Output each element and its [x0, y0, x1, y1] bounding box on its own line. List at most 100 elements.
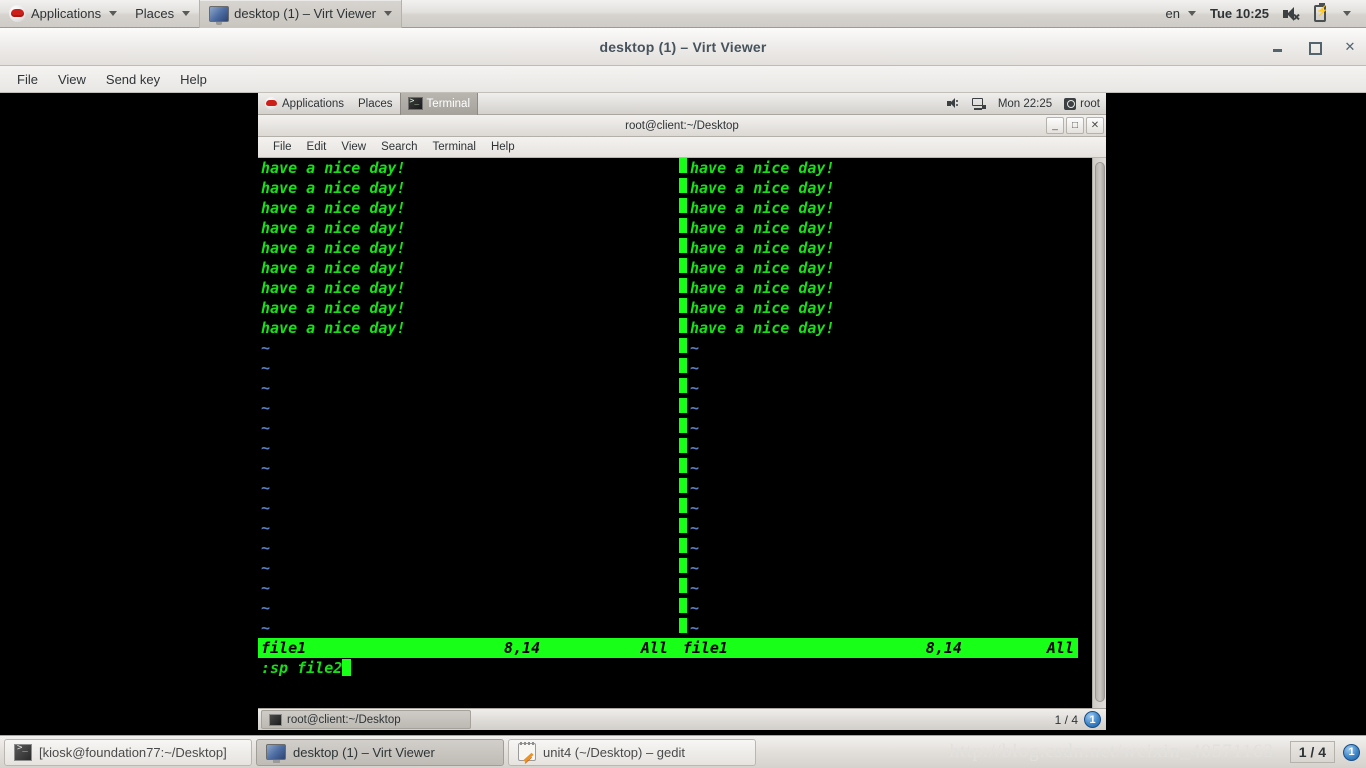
minimize-icon[interactable] — [1270, 39, 1286, 55]
terminal-maximize-icon[interactable]: □ — [1066, 117, 1084, 134]
terminal-scrollbar[interactable] — [1092, 158, 1106, 708]
vim-command-line[interactable]: :sp file2 — [258, 658, 352, 678]
chevron-down-icon — [1343, 11, 1351, 16]
vim-status-right-file: file1 — [682, 639, 728, 657]
host-taskbar-button-label-0: [kiosk@foundation77:~/Desktop] — [39, 744, 227, 760]
terminal-titlebar[interactable]: root@client:~/Desktop _ □ ✕ — [258, 115, 1106, 137]
text-cursor — [342, 659, 352, 676]
guest-user-menu[interactable]: root — [1058, 93, 1106, 115]
vim-empty-line-marker: ~ — [261, 559, 271, 577]
maximize-icon[interactable] — [1306, 39, 1322, 55]
terminal-scrollbar-thumb[interactable] — [1095, 162, 1105, 702]
vim-text-line: have a nice day! — [690, 279, 835, 297]
vim-empty-line-marker: ~ — [690, 399, 700, 417]
host-applications-label: Applications — [31, 6, 102, 21]
vim-status-left-percent: All — [640, 639, 668, 657]
vim-empty-line-marker: ~ — [690, 339, 700, 357]
terminal-icon — [407, 96, 423, 110]
vim-text-line: have a nice day! — [690, 239, 835, 257]
network-icon[interactable] — [966, 93, 992, 115]
close-icon[interactable]: ✕ — [1342, 39, 1358, 55]
watermark-text: http://blog.csdn.net/weixin_40571163 — [949, 741, 1274, 762]
virt-viewer-titlebar[interactable]: desktop (1) – Virt Viewer ✕ — [0, 28, 1366, 66]
host-taskbar-button-label-2: unit4 (~/Desktop) – gedit — [543, 744, 685, 760]
terminal-close-icon[interactable]: ✕ — [1086, 117, 1104, 134]
menu-view[interactable]: View — [49, 69, 95, 90]
terminal-icon — [269, 713, 282, 726]
guest-places-menu[interactable]: Places — [351, 93, 400, 115]
host-taskbar-button-virt-viewer[interactable]: desktop (1) – Virt Viewer — [256, 738, 504, 766]
menu-file[interactable]: File — [8, 69, 47, 90]
host-clock[interactable]: Tue 10:25 — [1203, 0, 1276, 28]
vim-text-line: have a nice day! — [261, 259, 406, 277]
terminal-menu-file[interactable]: File — [266, 139, 299, 155]
virt-viewer-display-canvas[interactable]: Applications Places Terminal — [0, 92, 1366, 734]
keyboard-layout-label: en — [1165, 6, 1180, 21]
guest-window-button-label: Terminal — [426, 97, 471, 110]
guest-clock[interactable]: Mon 22:25 — [992, 93, 1058, 115]
host-top-panel: Applications Places desktop (1) – Virt V… — [0, 0, 1366, 28]
vim-status-right-position: 8,14 — [925, 639, 962, 657]
vim-status-line: file1 8,14 All file1 8,14 All — [258, 638, 1078, 658]
gedit-icon — [518, 742, 536, 761]
vim-text-line: have a nice day! — [261, 239, 406, 257]
guest-taskbar-window-label: root@client:~/Desktop — [287, 713, 401, 726]
terminal-menu-view[interactable]: View — [334, 139, 373, 155]
host-workspace-indicator[interactable]: 1 — [1343, 743, 1360, 761]
guest-workspace-indicator[interactable]: 1 — [1084, 711, 1101, 728]
vim-vertical-split-divider — [679, 158, 687, 638]
vim-text-line: have a nice day! — [261, 279, 406, 297]
host-tray-menu-button[interactable] — [1333, 0, 1358, 28]
vim-text-line: have a nice day! — [690, 319, 835, 337]
terminal-menu-search[interactable]: Search — [374, 139, 424, 155]
vim-empty-line-marker: ~ — [261, 519, 271, 537]
vim-empty-line-marker: ~ — [261, 619, 271, 637]
vim-empty-line-marker: ~ — [690, 459, 700, 477]
vim-text-line: have a nice day! — [690, 179, 835, 197]
guest-volume-icon[interactable] — [941, 93, 966, 115]
host-taskbar-button-kiosk-terminal[interactable]: [kiosk@foundation77:~/Desktop] — [4, 738, 252, 766]
vim-empty-line-marker: ~ — [690, 579, 700, 597]
host-window-button-virt-viewer[interactable]: desktop (1) – Virt Viewer — [199, 0, 403, 28]
monitor-icon — [266, 744, 286, 763]
vim-status-gap — [671, 638, 680, 658]
guest-window-button-terminal[interactable]: Terminal — [399, 92, 479, 115]
vim-pane-right[interactable]: have a nice day! have a nice day! have a n… — [687, 158, 1092, 638]
terminal-menu-edit[interactable]: Edit — [300, 139, 334, 155]
vim-pane-left[interactable]: have a nice day! have a nice day! have a n… — [258, 158, 679, 638]
vim-empty-line-marker: ~ — [261, 459, 271, 477]
vim-empty-line-marker: ~ — [690, 479, 700, 497]
host-places-menu[interactable]: Places — [126, 0, 199, 28]
guest-taskbar-window-button[interactable]: root@client:~/Desktop — [261, 710, 471, 729]
host-taskbar-button-gedit[interactable]: unit4 (~/Desktop) – gedit — [508, 738, 756, 766]
vim-empty-line-marker: ~ — [261, 539, 271, 557]
monitor-icon — [209, 5, 230, 25]
vim-status-right: file1 8,14 All — [679, 638, 1078, 658]
terminal-icon — [14, 743, 32, 761]
vim-status-left-file: file1 — [261, 639, 307, 657]
vim-text-line: have a nice day! — [690, 199, 835, 217]
guest-taskbar: root@client:~/Desktop 1 / 4 1 — [258, 708, 1106, 730]
screen-root: Applications Places desktop (1) – Virt V… — [0, 0, 1366, 768]
host-taskbar-pager: 1 / 4 1 — [1289, 741, 1366, 763]
terminal-title: root@client:~/Desktop — [625, 119, 739, 132]
vim-empty-line-marker: ~ — [261, 479, 271, 497]
terminal-menubar: File Edit View Search Terminal Help — [258, 137, 1106, 158]
chevron-down-icon — [1187, 11, 1196, 16]
vim-empty-line-marker: ~ — [690, 419, 700, 437]
menu-send-key[interactable]: Send key — [97, 69, 169, 90]
terminal-minimize-icon[interactable]: _ — [1046, 117, 1064, 134]
terminal-menu-terminal[interactable]: Terminal — [426, 139, 483, 155]
battery-charging-icon[interactable] — [1307, 0, 1333, 28]
vim-empty-line-marker: ~ — [690, 499, 700, 517]
guest-applications-menu[interactable]: Applications — [258, 93, 351, 115]
vim-split-view: have a nice day! have a nice day! have a n… — [258, 158, 1092, 708]
volume-muted-icon[interactable] — [1276, 0, 1307, 28]
keyboard-layout-indicator[interactable]: en — [1159, 0, 1203, 28]
terminal-menu-help[interactable]: Help — [484, 139, 522, 155]
terminal-body[interactable]: have a nice day! have a nice day! have a n… — [258, 158, 1106, 708]
vim-empty-line-marker: ~ — [261, 419, 271, 437]
vim-text-line: have a nice day! — [261, 179, 406, 197]
menu-help[interactable]: Help — [171, 69, 216, 90]
host-applications-menu[interactable]: Applications — [0, 0, 126, 28]
